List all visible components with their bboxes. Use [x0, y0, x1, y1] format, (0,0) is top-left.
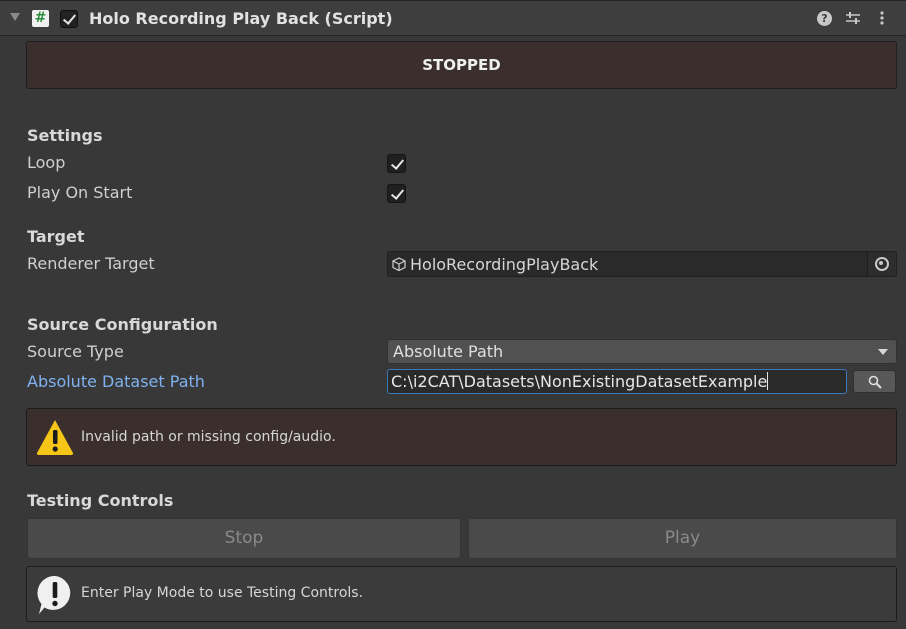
- play-button[interactable]: Play: [468, 518, 897, 559]
- dataset-path-value: C:\i2CAT\Datasets\NonExistingDatasetExam…: [391, 372, 768, 391]
- chevron-down-icon[interactable]: [10, 13, 20, 21]
- dataset-path-label: Absolute Dataset Path: [27, 372, 205, 391]
- testing-section-title: Testing Controls: [27, 491, 174, 510]
- component-title: Holo Recording Play Back (Script): [89, 9, 393, 28]
- warning-help-box: Invalid path or missing config/audio.: [26, 408, 897, 466]
- browse-button[interactable]: [853, 370, 896, 393]
- component-enabled-checkbox[interactable]: [60, 10, 78, 28]
- presets-icon[interactable]: [845, 10, 861, 26]
- source-section-title: Source Configuration: [27, 315, 218, 334]
- play-on-start-checkbox[interactable]: [387, 184, 406, 203]
- kebab-menu-icon[interactable]: [878, 10, 886, 26]
- help-icon[interactable]: ?: [817, 11, 832, 26]
- inspector-panel: # Holo Recording Play Back (Script) ? ST…: [0, 0, 906, 629]
- info-icon: [37, 575, 71, 614]
- source-type-value: Absolute Path: [393, 342, 504, 361]
- loop-label: Loop: [27, 153, 66, 172]
- renderer-target-label: Renderer Target: [27, 254, 155, 273]
- source-type-dropdown[interactable]: Absolute Path: [387, 339, 897, 364]
- source-type-label: Source Type: [27, 342, 124, 361]
- settings-section-title: Settings: [27, 126, 103, 145]
- dataset-path-input[interactable]: C:\i2CAT\Datasets\NonExistingDatasetExam…: [387, 369, 847, 394]
- warning-icon: [36, 420, 74, 455]
- script-icon: #: [32, 10, 49, 27]
- renderer-target-field[interactable]: HoloRecordingPlayBack: [387, 251, 897, 277]
- cube-icon: [392, 257, 406, 271]
- check-icon: [390, 156, 405, 170]
- text-caret: [767, 372, 769, 390]
- play-on-start-label: Play On Start: [27, 183, 133, 202]
- info-help-box: Enter Play Mode to use Testing Controls.: [26, 566, 897, 622]
- loop-checkbox[interactable]: [387, 154, 406, 173]
- renderer-target-value: HoloRecordingPlayBack: [410, 255, 599, 274]
- info-message: Enter Play Mode to use Testing Controls.: [81, 585, 364, 601]
- object-picker-button[interactable]: [867, 252, 896, 276]
- chevron-down-icon: [878, 349, 888, 355]
- magnifier-icon: [868, 375, 882, 389]
- check-icon: [62, 11, 77, 25]
- component-header[interactable]: # Holo Recording Play Back (Script) ?: [0, 0, 906, 36]
- check-icon: [390, 186, 405, 200]
- playback-status-box: STOPPED: [26, 41, 897, 89]
- target-section-title: Target: [27, 227, 85, 246]
- stop-button[interactable]: Stop: [27, 518, 461, 559]
- warning-message: Invalid path or missing config/audio.: [81, 429, 336, 445]
